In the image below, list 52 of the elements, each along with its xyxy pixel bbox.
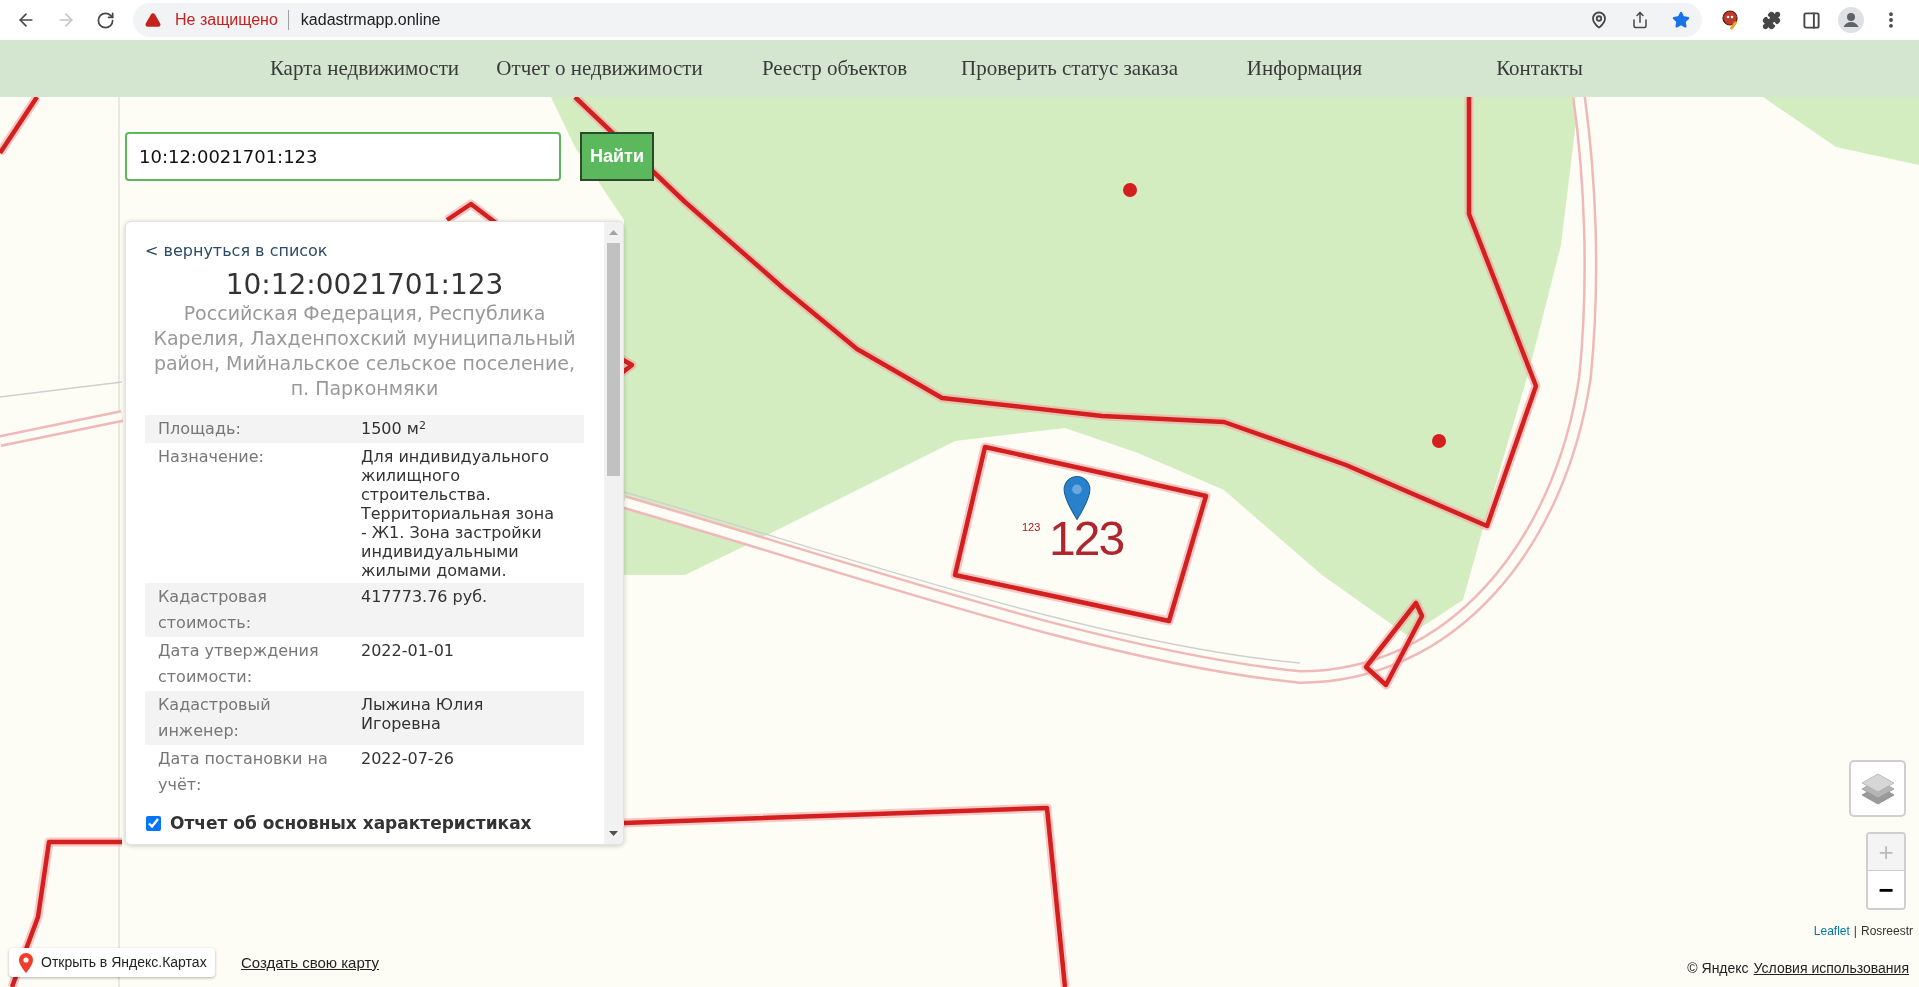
scrollbar[interactable] (604, 222, 623, 844)
property-value: 1500 м$^{2}$ (361, 419, 427, 438)
address-bar[interactable]: Не защищено kadastrmapp.online (133, 3, 1702, 37)
layers-button[interactable] (1849, 760, 1906, 817)
parcel-number-label: 123 (1049, 522, 1124, 556)
property-label: Кадастровая стоимость: (158, 586, 268, 634)
address-text: Российская Федерация, Республика Карелия, Лахденпохский муниципальный район, Мийнальское сельское поселение, п. Парконмяки (152, 301, 577, 401)
nav-link[interactable]: Реестр объектов (761, 52, 908, 85)
nav-link[interactable]: Карта недвижимости (269, 52, 460, 85)
report-option-label[interactable]: Отчет об основных характеристиках (170, 811, 532, 835)
share-icon[interactable] (1631, 11, 1649, 29)
bookmark-star-icon[interactable] (1672, 11, 1690, 29)
property-label: Дата постановки на учёт: (158, 748, 329, 796)
property-value: 417773.76 руб. (361, 587, 489, 606)
nav-link[interactable]: Контакты (1496, 52, 1583, 85)
extension-icon[interactable] (1721, 10, 1741, 30)
layers-icon (1860, 772, 1895, 805)
terms-link[interactable]: Условия использования (1753, 959, 1909, 977)
reload-icon[interactable] (96, 10, 115, 30)
property-label: Дата утверждения стоимости: (158, 640, 320, 688)
url-text[interactable]: kadastrmapp.online (300, 8, 441, 32)
nav-link[interactable]: Информация (1246, 52, 1363, 85)
nav-link[interactable]: Отчет о недвижимости (496, 52, 703, 85)
warning-icon[interactable] (145, 12, 161, 28)
property-label: Площадь: (158, 418, 242, 440)
location-pin-icon[interactable] (1590, 11, 1608, 29)
property-value: Лыжина Юлия Игоревна (361, 695, 485, 733)
nav-link[interactable]: Проверить статус заказа (961, 52, 1178, 85)
side-panel-icon[interactable] (1801, 10, 1821, 30)
separator-text: | (1853, 923, 1857, 939)
property-value: 2022-01-01 (361, 641, 455, 660)
cadastral-number-title: 10:12:0021701:123 (224, 269, 505, 301)
security-label[interactable]: Не защищено (175, 8, 278, 32)
profile-avatar-icon[interactable] (1838, 7, 1864, 33)
copyright-text: © Яндекс (1687, 959, 1749, 977)
scrollbar-thumb[interactable] (607, 243, 620, 476)
leaflet-link[interactable]: Leaflet (1813, 923, 1850, 939)
checkbox[interactable] (146, 815, 161, 831)
puzzle-icon[interactable] (1761, 10, 1781, 30)
attribution-text: Rosreestr (1861, 923, 1913, 939)
scroll-down-icon[interactable] (609, 831, 618, 836)
create-map-link[interactable]: Создать свою карту (241, 953, 380, 973)
back-link[interactable]: < вернуться в список (145, 241, 328, 261)
property-value: 2022-07-26 (361, 749, 455, 768)
property-label: Кадастровый инженер: (158, 694, 272, 742)
property-value: Для индивидуального жилищного строительства. Территориальная зона - Ж1. Зона застройки индивидуальными жилыми домами. (361, 447, 555, 580)
parcel-number-label: 123 (1022, 521, 1041, 533)
property-label: Назначение: (158, 446, 265, 468)
search-input[interactable]: 10:12:0021701:123 (125, 132, 561, 181)
open-in-yandex-button[interactable]: Открыть в Яндекс.Картах (9, 948, 215, 977)
map-pin-icon (19, 952, 33, 973)
map-pin-icon[interactable] (1063, 476, 1091, 520)
